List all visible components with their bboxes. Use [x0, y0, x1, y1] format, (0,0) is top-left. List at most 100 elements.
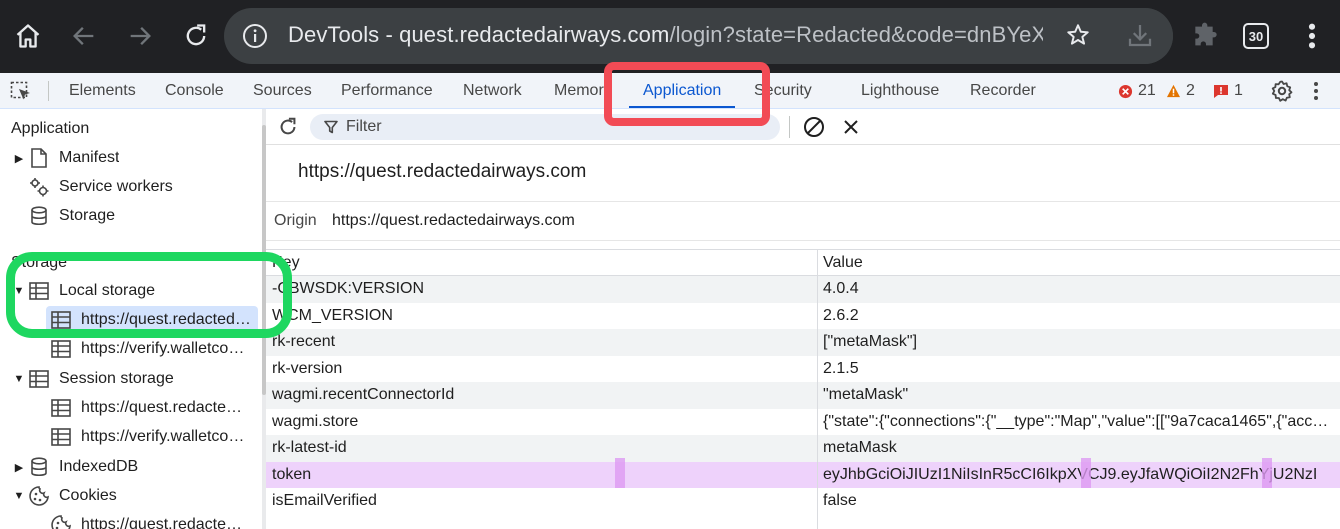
sidebar-item-service-workers[interactable]: Service workers	[28, 173, 173, 201]
sidebar-item-indexeddb[interactable]: ▶ IndexedDB	[10, 453, 138, 481]
collapse-arrow-icon[interactable]: ▼	[10, 373, 28, 385]
row-key[interactable]: -CBWSDK:VERSION	[272, 276, 812, 303]
menu-icon[interactable]	[1303, 20, 1321, 57]
table-icon	[50, 397, 72, 419]
forward-icon[interactable]	[118, 14, 162, 58]
table-row[interactable]: WCM_VERSION 2.6.2	[266, 303, 1340, 330]
origin-value: https://quest.redactedairways.com	[332, 212, 575, 229]
table-row[interactable]: rk-latest-id metaMask	[266, 435, 1340, 462]
row-value[interactable]: 4.0.4	[823, 276, 1333, 303]
extensions-icon[interactable]	[1190, 20, 1222, 57]
collapse-arrow-icon[interactable]: ▼	[10, 490, 28, 502]
row-value[interactable]: {"state":{"connections":{"__type":"Map",…	[823, 409, 1333, 436]
url-text: DevTools - quest.redactedairways.com/log…	[288, 22, 1076, 48]
row-key-text: rk-version	[272, 359, 343, 377]
sidebar-item-storage[interactable]: Storage	[28, 202, 115, 230]
reload-icon[interactable]	[174, 14, 218, 58]
issues-counter[interactable]: 1	[1213, 73, 1243, 109]
row-value[interactable]: false	[823, 488, 1333, 515]
database-icon	[28, 205, 50, 227]
table-row[interactable]: rk-recent ["metaMask"]	[266, 329, 1340, 356]
row-value-text: metaMask	[823, 439, 897, 457]
table-row[interactable]: -CBWSDK:VERSION 4.0.4	[266, 276, 1340, 303]
row-value[interactable]: 2.1.5	[823, 356, 1333, 383]
row-key[interactable]: wagmi.store	[272, 409, 812, 436]
back-icon[interactable]	[62, 14, 106, 58]
delete-selected-icon[interactable]	[840, 116, 862, 143]
error-counter[interactable]: 21	[1118, 73, 1156, 109]
row-key[interactable]: wagmi.recentConnectorId	[272, 382, 812, 409]
sidebar-heading-application: Application	[11, 120, 90, 137]
row-key[interactable]: WCM_VERSION	[272, 303, 812, 330]
row-value-text: ["metaMask"]	[823, 333, 918, 351]
row-key[interactable]: rk-version	[272, 356, 812, 383]
sidebar-item-label: IndexedDB	[59, 458, 139, 475]
column-divider[interactable]	[817, 249, 818, 529]
row-value-text: 2.6.2	[823, 306, 859, 324]
table-icon	[28, 368, 50, 390]
expand-arrow-icon[interactable]: ▶	[10, 152, 28, 165]
row-key-text: WCM_VERSION	[272, 306, 393, 324]
tab-performance[interactable]: Performance	[341, 73, 433, 109]
column-header-key[interactable]: Key	[272, 250, 812, 275]
tab-network[interactable]: Network	[463, 73, 522, 109]
home-icon[interactable]	[6, 14, 50, 58]
gears-icon	[28, 176, 50, 198]
tab-elements[interactable]: Elements	[69, 73, 136, 109]
expand-arrow-icon[interactable]: ▶	[10, 461, 28, 474]
sidebar-item-session-walletconnect[interactable]: https://verify.walletconnect.com	[50, 423, 258, 451]
table-row-token[interactable]: token eyJhbGciOiJIUzI1NiIsInR5cCI6IkpXVC…	[266, 461, 1340, 489]
tab-console[interactable]: Console	[165, 73, 224, 109]
row-value[interactable]: metaMask	[823, 435, 1333, 462]
origin-label: Origin	[274, 212, 317, 229]
more-options-icon[interactable]	[1311, 79, 1321, 108]
clear-all-icon[interactable]	[802, 115, 826, 144]
sidebar-item-session-storage[interactable]: ▼ Session storage	[10, 365, 174, 393]
row-key-text: wagmi.recentConnectorId	[272, 386, 455, 404]
table-row[interactable]: wagmi.store {"state":{"connections":{"__…	[266, 409, 1340, 436]
error-icon	[1118, 84, 1133, 98]
row-value[interactable]: "metaMask"	[823, 382, 1333, 409]
row-key[interactable]: isEmailVerified	[272, 488, 812, 515]
refresh-icon[interactable]	[277, 116, 299, 143]
row-value[interactable]: 2.6.2	[823, 303, 1333, 330]
site-info-icon[interactable]	[242, 23, 268, 49]
sidebar-item-local-walletconnect[interactable]: https://verify.walletconnect.com	[50, 335, 258, 363]
address-bar[interactable]: DevTools - quest.redactedairways.com/log…	[224, 8, 1173, 64]
row-key[interactable]: rk-recent	[272, 329, 812, 356]
url-path: /login?state=Redacted&code=dnBYeXh5l	[669, 22, 1076, 47]
row-key-text: rk-recent	[272, 333, 336, 351]
sidebar-item-cookies[interactable]: ▼ Cookies	[10, 482, 117, 510]
row-value-text: {"state":{"connections":{"__type":"Map",…	[823, 412, 1333, 430]
table-row[interactable]: wagmi.recentConnectorId "metaMask"	[266, 382, 1340, 409]
annotation-red-box	[604, 62, 770, 126]
row-key-text: wagmi.store	[272, 412, 359, 430]
inspect-element-icon[interactable]	[10, 81, 32, 106]
sidebar-item-manifest[interactable]: ▶ Manifest	[10, 144, 119, 172]
tab-memory[interactable]: Memory	[554, 73, 606, 109]
table-row[interactable]: isEmailVerified false	[266, 488, 1340, 515]
settings-gear-icon[interactable]	[1270, 79, 1294, 108]
row-value-text: 4.0.4	[823, 280, 859, 298]
sidebar-item-session-quest[interactable]: https://quest.redactedairways.com	[50, 394, 258, 422]
sidebar-item-cookies-quest[interactable]: https://quest.redactedairways.com	[50, 511, 258, 529]
tab-sources[interactable]: Sources	[253, 73, 312, 109]
tab-lighthouse[interactable]: Lighthouse	[861, 73, 939, 109]
tab-recorder[interactable]: Recorder	[970, 73, 1036, 109]
database-icon	[28, 456, 50, 478]
row-value[interactable]: eyJhbGciOiJIUzI1NiIsInR5cCI6IkpXVCJ9.eyJ…	[823, 462, 1333, 489]
row-value[interactable]: ["metaMask"]	[823, 329, 1333, 356]
column-header-value[interactable]: Value	[823, 250, 1333, 275]
toolbar-divider	[48, 81, 49, 101]
warning-counter[interactable]: 2	[1166, 73, 1195, 109]
warning-icon	[1166, 84, 1181, 98]
tab-count-button[interactable]: 30	[1243, 23, 1269, 49]
row-key[interactable]: rk-latest-id	[272, 435, 812, 462]
file-icon	[28, 147, 50, 169]
download-icon[interactable]	[1125, 20, 1155, 55]
table-row[interactable]: rk-version 2.1.5	[266, 356, 1340, 383]
star-icon[interactable]	[1065, 22, 1091, 53]
sidebar-item-label: https://verify.walletconnect.com	[81, 428, 249, 445]
row-key[interactable]: token	[272, 462, 812, 489]
sidebar-item-label: Storage	[59, 207, 116, 224]
